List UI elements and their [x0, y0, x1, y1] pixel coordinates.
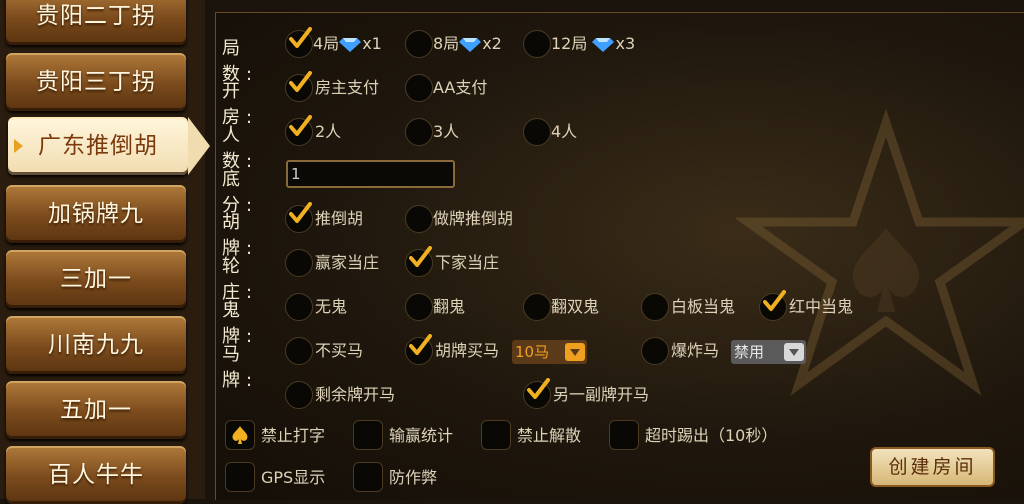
diamond-icon	[592, 38, 614, 52]
diamond-icon	[459, 38, 481, 52]
sidebar-item-label: 贵阳三丁拐	[36, 69, 156, 95]
players-4-checkbox[interactable]	[523, 118, 551, 146]
horse-other-deck-checkbox[interactable]	[523, 381, 551, 409]
checkmark-icon	[408, 246, 432, 270]
dealer-winner-checkbox[interactable]	[285, 249, 313, 277]
hu-zuopai-checkbox[interactable]	[405, 205, 433, 233]
horse-none-option: 不买马	[315, 341, 364, 360]
win-stats-checkbox[interactable]	[353, 420, 383, 450]
aa-pay-option: AA支付	[433, 78, 488, 97]
sidebar-item-guangdong[interactable]: 广东推倒胡	[8, 117, 210, 175]
horse-count-select[interactable]: 10马	[512, 340, 587, 364]
horse-label: 马 牌:	[222, 344, 259, 391]
sidebar-item-sanjiayi[interactable]: 三加一	[6, 250, 186, 308]
ghost-double-option: 翻双鬼	[551, 297, 600, 316]
ghost-flip-option: 翻鬼	[433, 297, 466, 316]
round-8-checkbox[interactable]	[405, 30, 433, 58]
horse-buy-option: 胡牌买马	[435, 341, 500, 360]
spade-icon	[232, 426, 248, 444]
sidebar-item-label: 百人牛牛	[48, 462, 144, 488]
round-4-checkbox[interactable]	[285, 30, 313, 58]
ghost-none-option: 无鬼	[315, 297, 348, 316]
checkmark-icon	[526, 378, 550, 402]
sidebar-item-niuniu[interactable]: 百人牛牛	[6, 446, 186, 504]
horse-remaining-checkbox[interactable]	[285, 381, 313, 409]
horse-bomb-checkbox[interactable]	[641, 337, 669, 365]
hu-tuidao-checkbox[interactable]	[285, 205, 313, 233]
horse-buy-checkbox[interactable]	[405, 337, 433, 365]
hu-tuidao-option: 推倒胡	[315, 209, 364, 228]
horse-count-value: 10马	[515, 343, 550, 361]
bomb-horse-select[interactable]: 禁用	[731, 340, 806, 364]
ghost-double-checkbox[interactable]	[523, 293, 551, 321]
dealer-next-option: 下家当庄	[435, 253, 500, 272]
win-stats-option: 输赢统计	[389, 426, 454, 445]
selected-arrow-icon	[14, 139, 23, 153]
owner-pay-option: 房主支付	[315, 78, 380, 97]
ghost-white-checkbox[interactable]	[641, 293, 669, 321]
players-3-option: 3人	[433, 122, 460, 141]
round-4-option: 4局 x1	[313, 34, 382, 53]
base-score-input[interactable]: 1	[286, 160, 455, 188]
sidebar-item-chuannan[interactable]: 川南九九	[6, 316, 186, 374]
sidebar-item-wujiayi[interactable]: 五加一	[6, 381, 186, 439]
checkmark-icon	[288, 71, 312, 95]
round-8-option: 8局 x2	[433, 34, 502, 53]
chevron-down-icon	[565, 343, 585, 361]
checkmark-icon	[288, 27, 312, 51]
round-12-checkbox[interactable]	[523, 30, 551, 58]
hu-zuopai-option: 做牌推倒胡	[433, 209, 514, 228]
players-2-option: 2人	[315, 122, 342, 141]
create-room-button[interactable]: 创建房间	[870, 447, 995, 487]
sidebar-item-guiyang-3[interactable]: 贵阳三丁拐	[6, 53, 186, 111]
gps-option: GPS显示	[261, 468, 326, 487]
horse-bomb-option: 爆炸马	[671, 341, 720, 360]
sidebar-item-label: 川南九九	[48, 332, 144, 358]
ghost-redzhong-checkbox[interactable]	[759, 293, 787, 321]
no-dissolve-option: 禁止解散	[517, 426, 582, 445]
ghost-white-option: 白板当鬼	[671, 297, 736, 316]
sidebar-item-label: 三加一	[60, 266, 132, 292]
anti-cheat-checkbox[interactable]	[353, 462, 383, 492]
chevron-down-icon	[784, 343, 804, 361]
no-typing-checkbox[interactable]	[225, 420, 255, 450]
anti-cheat-option: 防作弊	[389, 468, 438, 487]
sidebar-item-jiaguo[interactable]: 加锅牌九	[6, 185, 186, 243]
sidebar-item-label: 五加一	[60, 397, 132, 423]
horse-remaining-option: 剩余牌开马	[315, 385, 396, 404]
bomb-horse-value: 禁用	[734, 343, 765, 361]
diamond-icon	[339, 38, 361, 52]
players-2-checkbox[interactable]	[285, 118, 313, 146]
dealer-winner-option: 赢家当庄	[315, 253, 380, 272]
timeout-kick-option: 超时踢出（10秒）	[645, 426, 778, 445]
horse-other-deck-option: 另一副牌开马	[553, 385, 650, 404]
sidebar-item-label: 贵阳二丁拐	[36, 3, 156, 29]
checkmark-icon	[762, 290, 786, 314]
game-list-sidebar: 贵阳二丁拐 贵阳三丁拐 广东推倒胡 加锅牌九 三加一 川南九九 五加一 百人牛牛	[0, 0, 210, 504]
ghost-none-checkbox[interactable]	[285, 293, 313, 321]
round-12-option: 12局 x3	[551, 34, 636, 53]
checkmark-icon	[288, 115, 312, 139]
dealer-next-checkbox[interactable]	[405, 249, 433, 277]
players-4-option: 4人	[551, 122, 578, 141]
horse-none-checkbox[interactable]	[285, 337, 313, 365]
checkmark-icon	[408, 334, 432, 358]
sidebar-item-label: 广东推倒胡	[38, 133, 158, 159]
ghost-redzhong-option: 红中当鬼	[789, 297, 854, 316]
no-typing-option: 禁止打字	[261, 426, 326, 445]
ghost-flip-checkbox[interactable]	[405, 293, 433, 321]
checkmark-icon	[288, 202, 312, 226]
sidebar-item-guiyang-2[interactable]: 贵阳二丁拐	[6, 0, 186, 45]
gps-checkbox[interactable]	[225, 462, 255, 492]
sidebar-item-label: 加锅牌九	[48, 201, 144, 227]
timeout-kick-checkbox[interactable]	[609, 420, 639, 450]
players-3-checkbox[interactable]	[405, 118, 433, 146]
owner-pay-checkbox[interactable]	[285, 74, 313, 102]
no-dissolve-checkbox[interactable]	[481, 420, 511, 450]
aa-pay-checkbox[interactable]	[405, 74, 433, 102]
